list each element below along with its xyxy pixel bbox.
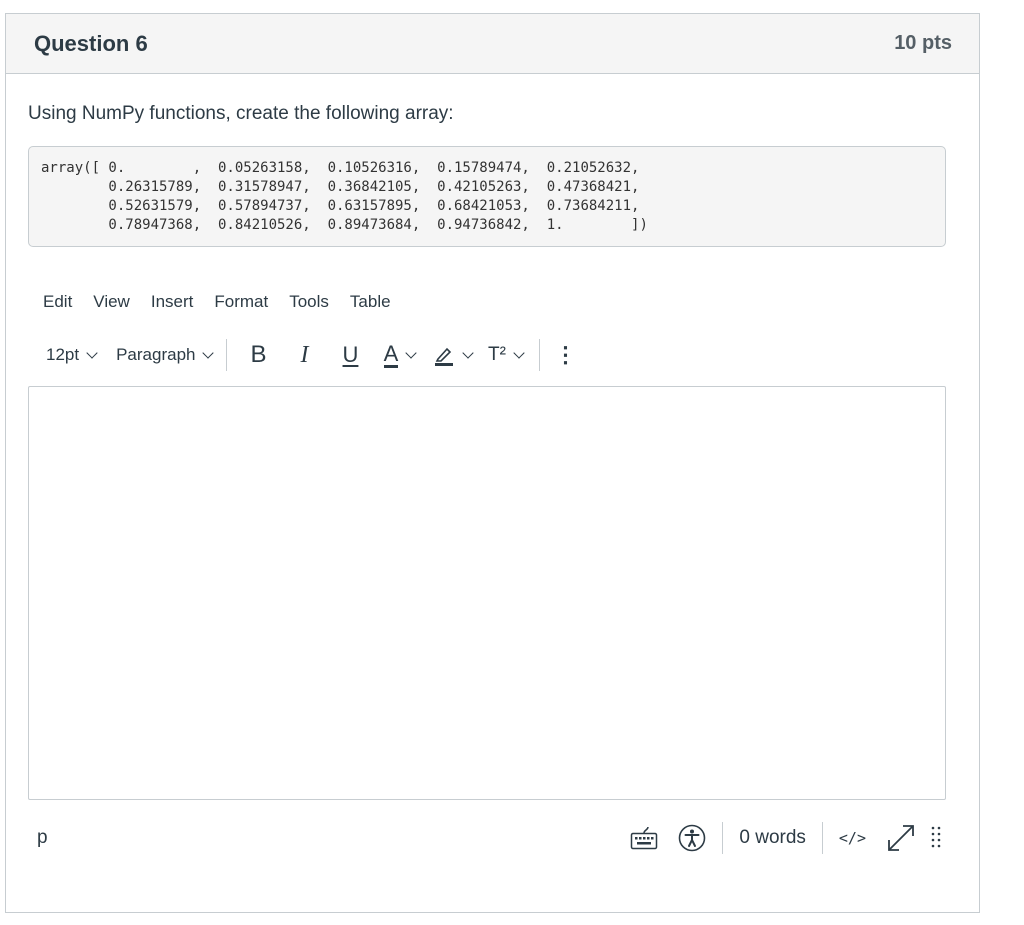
menu-insert[interactable]: Insert xyxy=(151,292,194,312)
keyboard-shortcuts-button[interactable] xyxy=(620,820,668,856)
keyboard-icon xyxy=(631,826,658,850)
word-count[interactable]: 0 words xyxy=(729,827,816,849)
editor-menubar: Edit View Insert Format Tools Table xyxy=(43,292,412,312)
font-size-select[interactable]: 12pt xyxy=(40,338,102,372)
question-prompt: Using NumPy functions, create the follow… xyxy=(28,103,454,124)
underline-icon: U xyxy=(342,342,359,367)
fullscreen-icon xyxy=(888,825,914,851)
italic-button[interactable]: I xyxy=(281,338,327,372)
resize-handle[interactable] xyxy=(926,820,946,856)
question-points: 10 pts xyxy=(894,32,952,54)
more-options-button[interactable]: ⋮ xyxy=(548,338,582,372)
html-editor-button[interactable]: </> xyxy=(829,820,876,856)
chevron-down-icon xyxy=(405,346,417,359)
text-color-button[interactable]: A xyxy=(373,338,425,372)
fullscreen-button[interactable] xyxy=(876,820,926,856)
more-vertical-icon: ⋮ xyxy=(554,342,577,367)
menu-format[interactable]: Format xyxy=(214,292,268,312)
text-color-icon: A xyxy=(383,340,399,368)
editor-statusbar: p 0 words </> xyxy=(28,818,946,858)
question-header: Question 6 10 pts xyxy=(6,14,979,74)
highlighter-icon xyxy=(434,347,453,366)
accessibility-icon xyxy=(679,824,706,852)
menu-view[interactable]: View xyxy=(93,292,130,312)
bold-icon: B xyxy=(250,341,267,368)
underline-button[interactable]: U xyxy=(327,338,373,372)
highlight-color-button[interactable] xyxy=(425,338,479,372)
code-icon: </> xyxy=(838,829,866,847)
menu-edit[interactable]: Edit xyxy=(43,292,72,312)
question-title: Question 6 xyxy=(34,30,148,56)
resize-handle-icon xyxy=(931,826,941,848)
chevron-down-icon xyxy=(86,346,98,359)
block-format-value: Paragraph xyxy=(116,345,196,364)
chevron-down-icon xyxy=(513,346,525,359)
italic-icon: I xyxy=(300,341,309,368)
block-format-select[interactable]: Paragraph xyxy=(110,338,218,372)
statusbar-actions: 0 words </> xyxy=(620,818,946,858)
bold-button[interactable]: B xyxy=(235,338,281,372)
code-block: array([ 0. , 0.05263158, 0.10526316, 0.1… xyxy=(28,146,946,247)
editor-toolbar: 12pt Paragraph B I U A T² ⋮ xyxy=(40,338,582,372)
menu-table[interactable]: Table xyxy=(350,292,391,312)
menu-tools[interactable]: Tools xyxy=(289,292,329,312)
toolbar-divider xyxy=(226,339,228,371)
superscript-button[interactable]: T² xyxy=(479,338,531,372)
rich-text-editor[interactable] xyxy=(28,386,946,800)
accessibility-checker-button[interactable] xyxy=(668,820,716,856)
superscript-icon: T² xyxy=(488,344,506,365)
chevron-down-icon xyxy=(462,346,474,359)
statusbar-divider xyxy=(722,822,724,854)
chevron-down-icon xyxy=(202,346,215,359)
statusbar-divider xyxy=(821,822,823,854)
font-size-value: 12pt xyxy=(46,345,80,364)
toolbar-divider xyxy=(539,339,541,371)
element-path[interactable]: p xyxy=(37,827,48,849)
